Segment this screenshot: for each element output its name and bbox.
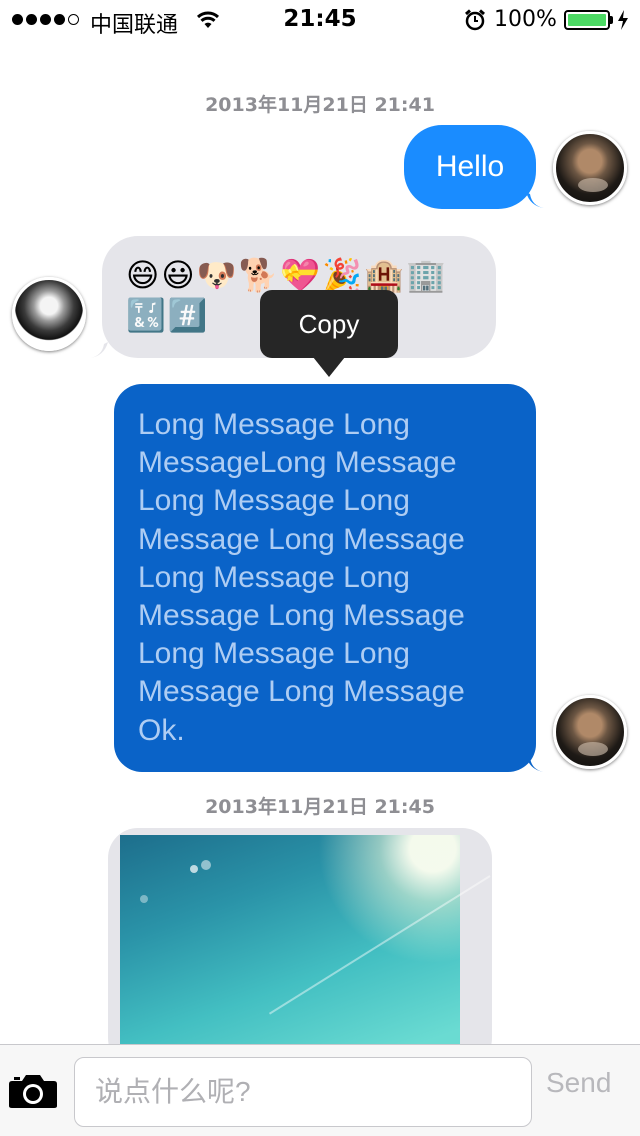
emoji: 🏨: [364, 256, 404, 294]
battery-tip: [610, 16, 613, 24]
alarm-clock-icon: [465, 9, 485, 31]
camera-icon[interactable]: [8, 1073, 58, 1109]
avatar[interactable]: [12, 277, 86, 351]
emoji: 😃: [161, 256, 195, 294]
emoji: 🔣: [126, 296, 166, 334]
message-timestamp: 2013年11月21日 21:41: [205, 94, 435, 116]
emoji-row: 🔣 #️⃣: [126, 296, 208, 334]
emoji: 😄: [126, 256, 160, 294]
message-timestamp: 2013年11月21日 21:45: [205, 796, 435, 818]
send-button[interactable]: Send: [546, 1067, 611, 1099]
message-text: Hello: [435, 150, 505, 183]
message-input[interactable]: [74, 1057, 532, 1127]
bubble-tail: [90, 342, 108, 358]
bubble-tail: [526, 192, 544, 208]
battery-icon: [564, 10, 610, 30]
copy-menu-button[interactable]: Copy: [260, 290, 398, 358]
message-photo[interactable]: [120, 835, 460, 1065]
avatar[interactable]: [553, 695, 627, 769]
copy-menu-arrow: [313, 357, 345, 377]
status-bar: 中国联通 21:45 100%: [0, 0, 640, 40]
message-text: Long Message Long MessageLong Message Lo…: [138, 408, 465, 747]
battery-percentage: 100%: [494, 7, 557, 32]
avatar[interactable]: [553, 131, 627, 205]
emoji: 💝: [280, 256, 321, 294]
emoji: 🐶: [196, 256, 237, 294]
emoji: #️⃣: [167, 296, 208, 334]
charging-bolt-icon: [618, 10, 628, 30]
emoji-row: 😄 😃 🐶 🐕 💝 🎉 🏨 🏢: [126, 256, 446, 294]
message-input-bar: Send: [0, 1044, 640, 1136]
emoji: 🐕: [238, 256, 279, 294]
emoji: 🏢: [405, 256, 446, 294]
message-bubble-long[interactable]: Long Message Long MessageLong Message Lo…: [114, 384, 536, 772]
emoji: 🎉: [322, 256, 363, 294]
message-bubble-hello[interactable]: Hello: [404, 125, 536, 209]
bubble-tail: [526, 756, 544, 772]
